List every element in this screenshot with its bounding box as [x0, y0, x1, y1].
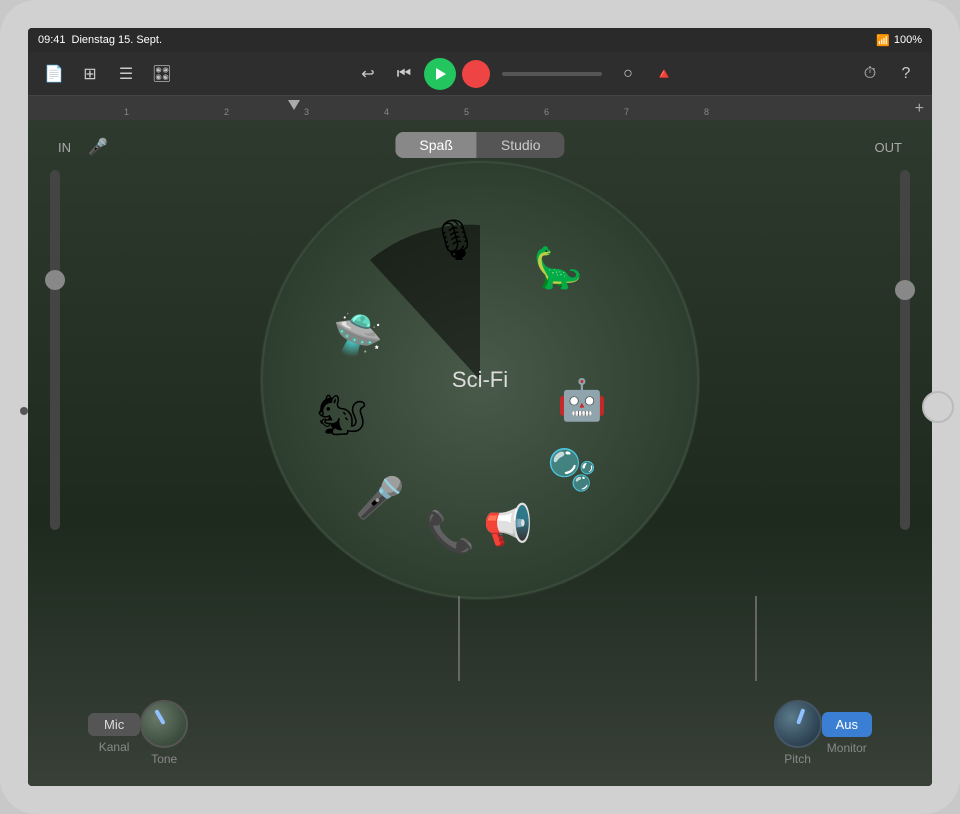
mixer-icon[interactable]: ☰: [112, 60, 140, 88]
voice-squirrel[interactable]: 🐿: [317, 392, 368, 439]
ruler-mark-4: 4: [384, 107, 389, 117]
home-button[interactable]: [922, 391, 954, 423]
status-bar: 09:41 Dienstag 15. Sept. 📶 100%: [28, 28, 932, 52]
timeline-ruler: 1 2 3 4 5 6 7 8 +: [28, 96, 932, 120]
status-right: 📶 100%: [876, 34, 922, 47]
wifi-icon: 📶: [876, 34, 890, 47]
record-button[interactable]: [462, 60, 490, 88]
help-button[interactable]: ?: [892, 60, 920, 88]
tone-knob[interactable]: [140, 700, 188, 748]
connector-line-right: [755, 596, 757, 681]
mode-toggle[interactable]: Spaß Studio: [395, 132, 564, 158]
battery-text: 100%: [894, 34, 922, 46]
mic-control-group: Mic Kanal: [88, 713, 140, 754]
transport-group: ⏮: [390, 58, 490, 90]
ruler-mark-7: 7: [624, 107, 629, 117]
document-icon[interactable]: 📄: [40, 60, 68, 88]
clock-icon[interactable]: ⏱: [856, 60, 884, 88]
input-mic-icon: 🎤: [88, 137, 108, 157]
ruler-mark-1: 1: [124, 107, 129, 117]
voice-mic-stand[interactable]: 🎤: [355, 475, 405, 522]
monitor-control-group: Aus Monitor: [822, 712, 872, 755]
voice-robot[interactable]: 🤖: [557, 377, 607, 424]
pitch-control-group: Pitch: [774, 700, 822, 766]
circle-indicator: ○: [614, 60, 642, 88]
rewind-button[interactable]: ⏮: [390, 60, 418, 88]
in-label: IN: [58, 140, 71, 155]
add-track-button[interactable]: +: [915, 100, 924, 118]
metronome-icon[interactable]: 🔺: [650, 60, 678, 88]
voice-wheel-container: 🛸 🎙 🦕 🐿 🤖 🎤 📞 📢 🫧: [260, 160, 700, 600]
input-slider[interactable]: [50, 170, 60, 530]
play-button[interactable]: [424, 58, 456, 90]
tone-control-group: Tone: [140, 700, 188, 766]
ruler-mark-5: 5: [464, 107, 469, 117]
ipad-screen: 09:41 Dienstag 15. Sept. 📶 100% 📄 ⊞ ☰ 🎛 …: [28, 28, 932, 786]
monitor-label: Monitor: [827, 741, 867, 755]
ruler-mark-6: 6: [544, 107, 549, 117]
mode-spass-button[interactable]: Spaß: [395, 132, 476, 158]
voice-telephone[interactable]: 📞: [425, 509, 475, 556]
ruler-mark-8: 8: [704, 107, 709, 117]
monitor-button[interactable]: Aus: [822, 712, 872, 737]
equalizer-icon[interactable]: 🎛: [148, 60, 176, 88]
tone-label: Tone: [151, 752, 177, 766]
progress-bar: [502, 72, 602, 76]
toolbar: 📄 ⊞ ☰ 🎛 ↩ ⏮ ○ 🔺 ⏱ ?: [28, 52, 932, 96]
voice-ufo[interactable]: 🛸: [333, 312, 383, 359]
playhead: [288, 100, 300, 110]
ruler-mark-2: 2: [224, 107, 229, 117]
voice-megaphone[interactable]: 📢: [483, 502, 533, 549]
time: 09:41: [38, 34, 66, 46]
pitch-label: Pitch: [784, 752, 811, 766]
out-label: OUT: [875, 140, 902, 155]
bottom-controls: Mic Kanal Tone Pitch Aus Monitor: [28, 700, 932, 766]
main-area: IN 🎤 OUT Spaß Studio: [28, 120, 932, 786]
status-left: 09:41 Dienstag 15. Sept.: [38, 34, 162, 46]
voice-bubbles[interactable]: 🫧: [547, 447, 597, 494]
date: Dienstag 15. Sept.: [72, 34, 163, 46]
ruler-mark-3: 3: [304, 107, 309, 117]
mic-button[interactable]: Mic: [88, 713, 140, 736]
voice-wheel[interactable]: 🛸 🎙 🦕 🐿 🤖 🎤 📞 📢 🫧: [260, 160, 700, 600]
voice-monster[interactable]: 🦕: [533, 245, 583, 292]
undo-button[interactable]: ↩: [354, 60, 382, 88]
ipad-frame: 09:41 Dienstag 15. Sept. 📶 100% 📄 ⊞ ☰ 🎛 …: [0, 0, 960, 814]
mode-studio-button[interactable]: Studio: [477, 132, 565, 158]
input-slider-handle[interactable]: [45, 270, 65, 290]
output-slider-handle[interactable]: [895, 280, 915, 300]
pitch-knob[interactable]: [774, 700, 822, 748]
tracks-icon[interactable]: ⊞: [76, 60, 104, 88]
connector-line-left: [458, 596, 460, 681]
output-slider[interactable]: [900, 170, 910, 530]
kanal-label: Kanal: [99, 740, 130, 754]
camera-dot: [20, 407, 28, 415]
voice-microphone[interactable]: 🎙: [430, 217, 481, 264]
